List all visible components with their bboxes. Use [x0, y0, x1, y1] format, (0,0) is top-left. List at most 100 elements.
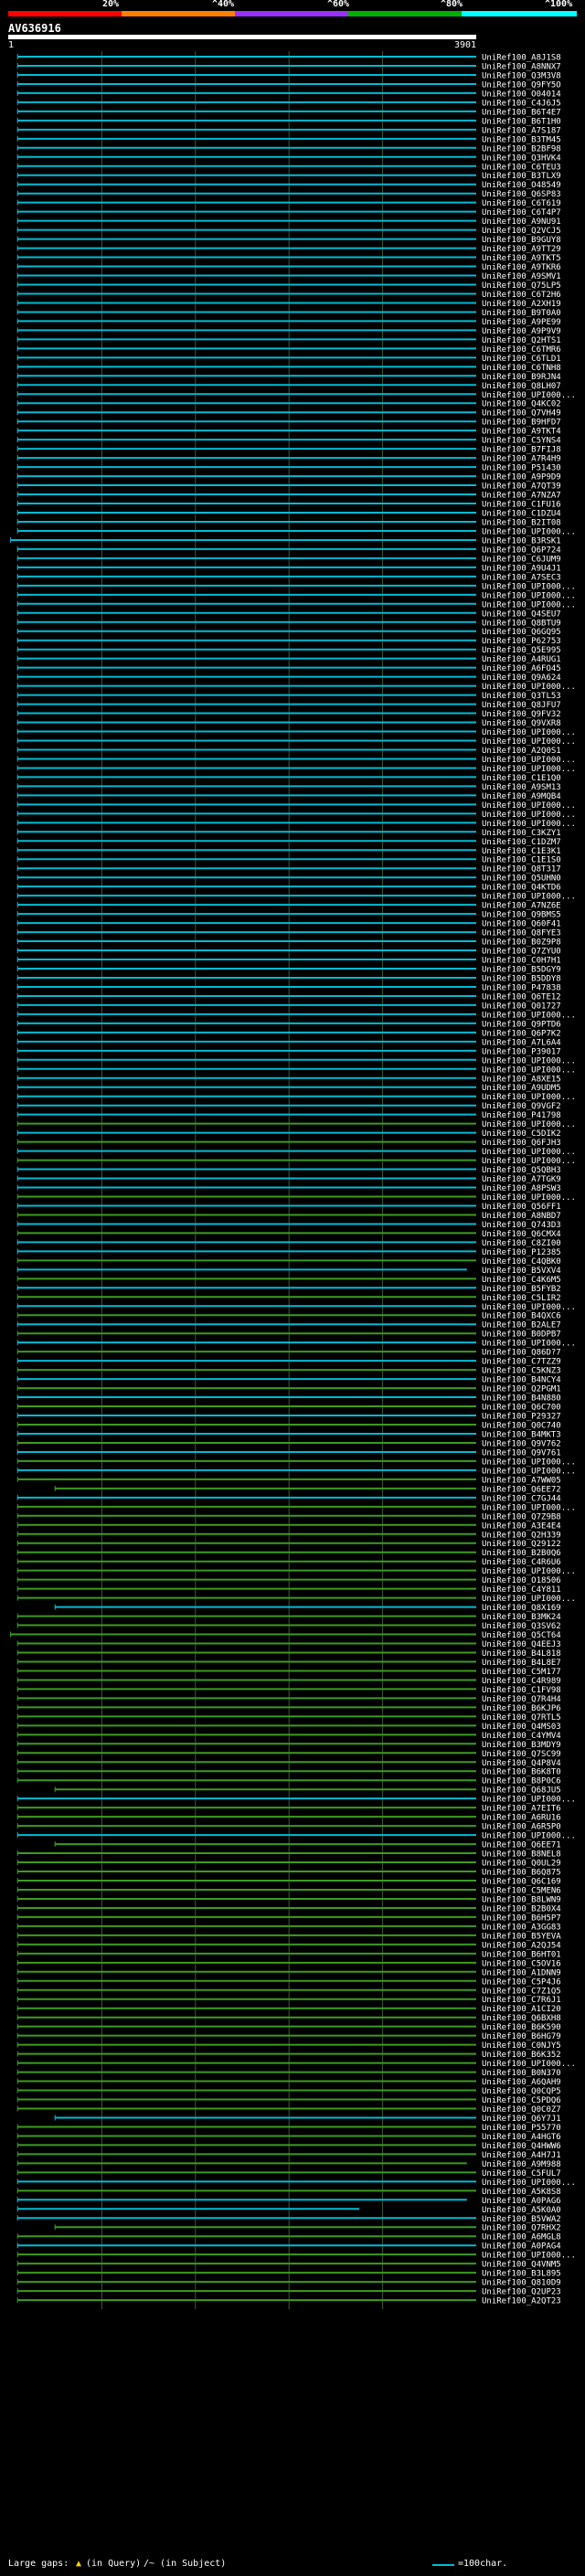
- hit-label[interactable]: UniRef100_Q3TL53: [482, 692, 561, 701]
- hit-label[interactable]: UniRef100_UPI000...: [482, 1458, 576, 1467]
- hit-label[interactable]: UniRef100_Q7SC99: [482, 1750, 561, 1759]
- hit-label[interactable]: UniRef100_Q9BMS5: [482, 911, 561, 920]
- hit-label[interactable]: UniRef100_A4RUG1: [482, 655, 561, 664]
- hit-label[interactable]: UniRef100_Q4KTD6: [482, 884, 561, 893]
- hit-label[interactable]: UniRef100_Q2HTS1: [482, 336, 561, 345]
- hit-label[interactable]: UniRef100_UPI000...: [482, 2060, 576, 2069]
- hit-label[interactable]: UniRef100_UPI000...: [482, 1796, 576, 1805]
- hit-label[interactable]: UniRef100_Q4VNM5: [482, 2261, 561, 2270]
- hit-label[interactable]: UniRef100_A2Q0S1: [482, 747, 561, 756]
- hit-label[interactable]: UniRef100_A7R4H9: [482, 455, 561, 464]
- hit-label[interactable]: UniRef100_Q8FYE3: [482, 929, 561, 938]
- hit-label[interactable]: UniRef100_Q7Z9B8: [482, 1512, 561, 1521]
- hit-label[interactable]: UniRef100_B6HG79: [482, 2032, 561, 2041]
- hit-label[interactable]: UniRef100_Q6CMX4: [482, 1230, 561, 1239]
- hit-label[interactable]: UniRef100_A3GG83: [482, 1923, 561, 1932]
- hit-label[interactable]: UniRef100_UPI000...: [482, 1056, 576, 1065]
- hit-label[interactable]: UniRef100_Q6SP83: [482, 190, 561, 199]
- hit-label[interactable]: UniRef100_Q8BTU9: [482, 619, 561, 628]
- hit-label[interactable]: UniRef100_Q810D9: [482, 2279, 561, 2288]
- hit-label[interactable]: UniRef100_A9TKT4: [482, 428, 561, 437]
- hit-label[interactable]: UniRef100_UPI000...: [482, 1567, 576, 1576]
- hit-label[interactable]: UniRef100_A7WW05: [482, 1476, 561, 1485]
- hit-label[interactable]: UniRef100_Q56FF1: [482, 1203, 561, 1212]
- hit-label[interactable]: UniRef100_UPI000...: [482, 683, 576, 692]
- hit-label[interactable]: UniRef100_C4K6M5: [482, 1276, 561, 1285]
- hit-label[interactable]: UniRef100_C5OV16: [482, 1959, 561, 1968]
- hit-label[interactable]: UniRef100_A2QT23: [482, 2297, 561, 2306]
- hit-label[interactable]: UniRef100_B5YEVA: [482, 1932, 561, 1941]
- hit-label[interactable]: UniRef100_B6K352: [482, 2051, 561, 2060]
- hit-label[interactable]: UniRef100_O18506: [482, 1576, 561, 1585]
- hit-label[interactable]: UniRef100_UPI000...: [482, 1148, 576, 1157]
- hit-label[interactable]: UniRef100_O48549: [482, 181, 561, 190]
- hit-label[interactable]: UniRef100_A6MGL8: [482, 2233, 561, 2242]
- hit-label[interactable]: UniRef100_A3E4E4: [482, 1521, 561, 1531]
- hit-label[interactable]: UniRef100_Q9FY5O: [482, 80, 561, 90]
- hit-label[interactable]: UniRef100_Q0C0Z7: [482, 2105, 561, 2115]
- hit-label[interactable]: UniRef100_C0NJY5: [482, 2041, 561, 2051]
- hit-label[interactable]: UniRef100_A1CI20: [482, 2005, 561, 2014]
- hit-label[interactable]: UniRef100_B3TM45: [482, 135, 561, 144]
- hit-label[interactable]: UniRef100_Q8T317: [482, 865, 561, 875]
- hit-label[interactable]: UniRef100_A7EIT6: [482, 1805, 561, 1814]
- hit-label[interactable]: UniRef100_B5FYB2: [482, 1285, 561, 1294]
- hit-label[interactable]: UniRef100_C5KNZ3: [482, 1367, 561, 1376]
- hit-label[interactable]: UniRef100_Q86D?7: [482, 1349, 561, 1358]
- hit-label[interactable]: UniRef100_C5YNS4: [482, 437, 561, 446]
- hit-label[interactable]: UniRef100_UPI000...: [482, 2178, 576, 2188]
- hit-label[interactable]: UniRef100_A9UDM5: [482, 1084, 561, 1093]
- hit-label[interactable]: UniRef100_A9SM13: [482, 783, 561, 792]
- hit-label[interactable]: UniRef100_C1E3K1: [482, 847, 561, 856]
- hit-label[interactable]: UniRef100_UPI000...: [482, 1467, 576, 1476]
- hit-label[interactable]: UniRef100_A8PSW3: [482, 1184, 561, 1193]
- hit-label[interactable]: UniRef100_UPI000...: [482, 1065, 576, 1075]
- hit-label[interactable]: UniRef100_Q0UL29: [482, 1860, 561, 1869]
- hit-label[interactable]: UniRef100_C6TEU3: [482, 163, 561, 172]
- hit-label[interactable]: UniRef100_A5K0A0: [482, 2206, 561, 2215]
- hit-label[interactable]: UniRef100_C1E1S0: [482, 856, 561, 865]
- hit-label[interactable]: UniRef100_C0H7H1: [482, 957, 561, 966]
- hit-label[interactable]: UniRef100_UPI000...: [482, 765, 576, 774]
- hit-label[interactable]: UniRef100_C5FUL7: [482, 2169, 561, 2178]
- hit-label[interactable]: UniRef100_B6K590: [482, 2023, 561, 2032]
- hit-label[interactable]: UniRef100_A9NU91: [482, 217, 561, 227]
- hit-label[interactable]: UniRef100_C1FU16: [482, 501, 561, 510]
- hit-label[interactable]: UniRef100_A6QAH9: [482, 2078, 561, 2087]
- hit-label[interactable]: UniRef100_B8P0C6: [482, 1777, 561, 1786]
- hit-label[interactable]: UniRef100_C1DZM7: [482, 838, 561, 847]
- hit-label[interactable]: UniRef100_B3MDY9: [482, 1741, 561, 1750]
- hit-label[interactable]: UniRef100_P39017: [482, 1047, 561, 1056]
- hit-label[interactable]: UniRef100_UPI000...: [482, 1340, 576, 1349]
- hit-label[interactable]: UniRef100_A6FO45: [482, 664, 561, 673]
- hit-label[interactable]: UniRef100_C7GJ44: [482, 1494, 561, 1503]
- hit-label[interactable]: UniRef100_A4HGT6: [482, 2133, 561, 2142]
- hit-label[interactable]: UniRef100_B5DDY8: [482, 974, 561, 983]
- hit-label[interactable]: UniRef100_Q0C740: [482, 1422, 561, 1431]
- hit-label[interactable]: UniRef100_Q2H339: [482, 1531, 561, 1540]
- hit-label[interactable]: UniRef100_A1DNN9: [482, 1968, 561, 1977]
- hit-label[interactable]: UniRef100_A7QT39: [482, 482, 561, 492]
- hit-label[interactable]: UniRef100_A8XE15: [482, 1075, 561, 1084]
- hit-label[interactable]: UniRef100_C7TZZ9: [482, 1358, 561, 1367]
- hit-label[interactable]: UniRef100_B4L8E7: [482, 1659, 561, 1668]
- hit-label[interactable]: UniRef100_UPI000...: [482, 1595, 576, 1604]
- hit-label[interactable]: UniRef100_C1FV98: [482, 1686, 561, 1695]
- hit-label[interactable]: UniRef100_Q6GQ95: [482, 628, 561, 637]
- hit-label[interactable]: UniRef100_A2QJ54: [482, 1941, 561, 1950]
- hit-label[interactable]: UniRef100_Q7R4H4: [482, 1695, 561, 1704]
- hit-label[interactable]: UniRef100_A8NBD7: [482, 1212, 561, 1221]
- hit-label[interactable]: UniRef100_UPI000...: [482, 391, 576, 400]
- hit-label[interactable]: UniRef100_UPI000...: [482, 527, 576, 536]
- hit-label[interactable]: UniRef100_A7L6A4: [482, 1038, 561, 1047]
- hit-label[interactable]: UniRef100_Q6P724: [482, 546, 561, 555]
- hit-label[interactable]: UniRef100_A6R5P0: [482, 1823, 561, 1832]
- hit-label[interactable]: UniRef100_UPI000...: [482, 600, 576, 610]
- hit-label[interactable]: UniRef100_B6K8T0: [482, 1768, 561, 1777]
- hit-label[interactable]: UniRef100_Q6P7K2: [482, 1029, 561, 1038]
- hit-label[interactable]: UniRef100_A9TKR6: [482, 263, 561, 272]
- hit-label[interactable]: UniRef100_B2BF98: [482, 144, 561, 154]
- hit-label[interactable]: UniRef100_Q4SEU7: [482, 610, 561, 619]
- hit-label[interactable]: UniRef100_C4R989: [482, 1677, 561, 1686]
- hit-label[interactable]: UniRef100_B2IT08: [482, 518, 561, 527]
